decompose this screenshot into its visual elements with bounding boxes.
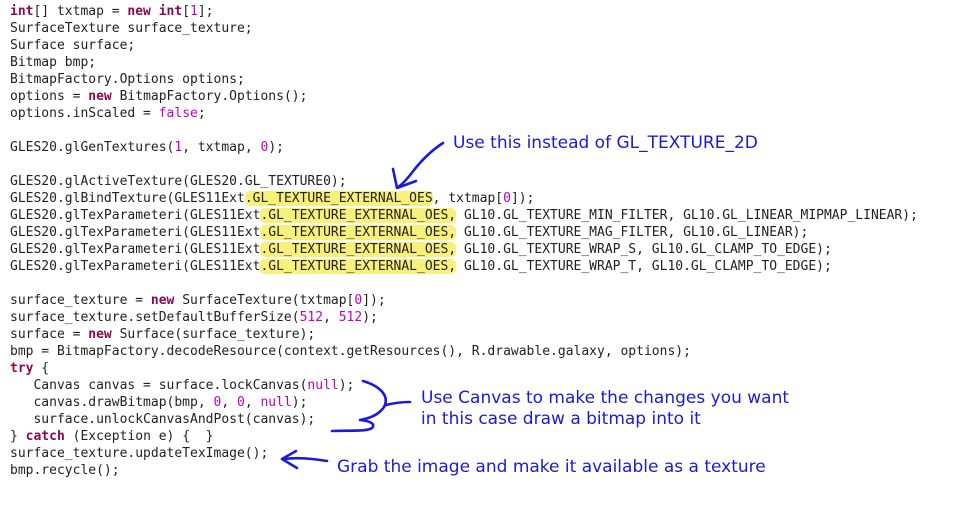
code-token: try (10, 361, 34, 376)
code-line: surface = new Surface(surface_texture); (10, 326, 918, 343)
code-token: options.inScaled = (10, 106, 159, 121)
code-token: GL10.GL_TEXTURE_MAG_FILTER, GL10.GL_LINE… (456, 225, 809, 240)
code-token: , (244, 395, 261, 410)
code-token: 512 (338, 310, 363, 325)
code-token: canvas.drawBitmap(bmp, (10, 395, 214, 410)
code-line: GLES20.glBindTexture(GLES11Ext.GL_TEXTUR… (10, 190, 918, 207)
code-token: int (10, 4, 34, 19)
code-token: GL10.GL_TEXTURE_WRAP_S, GL10.GL_CLAMP_TO… (456, 242, 832, 257)
code-token: options = (10, 89, 89, 104)
code-token: bmp = BitmapFactory.decodeResource(conte… (10, 344, 691, 359)
code-line: SurfaceTexture surface_texture; (10, 20, 918, 37)
code-token: GLES20.glTexParameteri(GLES11Ext (10, 242, 261, 257)
code-token: GLES20.glTexParameteri(GLES11Ext (10, 208, 261, 223)
code-token: SurfaceTexture(txtmap[ (174, 293, 355, 308)
code-token: , (323, 310, 339, 325)
code-line: surface_texture.setDefaultBufferSize(512… (10, 309, 918, 326)
code-token: GLES20.glTexParameteri(GLES11Ext (10, 225, 261, 240)
code-token: ]); (510, 191, 535, 206)
code-token: bmp.recycle(); (10, 463, 120, 478)
code-token: GLES20.glGenTextures( (10, 140, 175, 155)
code-token: ]; (197, 4, 214, 19)
code-token: ; (197, 106, 206, 121)
annotation-canvas-note-line1: Use Canvas to make the changes you want (421, 388, 790, 408)
code-token: surface_texture.setDefaultBufferSize( (10, 310, 300, 325)
code-token: ]); (362, 293, 386, 308)
code-token: SurfaceTexture surface_texture; (10, 21, 253, 36)
code-token: surface.unlockCanvasAndPost(canvas); (10, 412, 316, 427)
code-token: new (150, 293, 175, 308)
code-token: GL10.GL_TEXTURE_WRAP_T, GL10.GL_CLAMP_TO… (456, 259, 832, 274)
code-token: false (158, 106, 198, 121)
code-token: ); (338, 378, 355, 393)
code-token: GLES20.glActiveTexture(GLES20.GL_TEXTURE… (10, 174, 347, 189)
code-line: GLES20.glActiveTexture(GLES20.GL_TEXTURE… (10, 173, 918, 190)
highlighted-token: .GL_TEXTURE_EXTERNAL_OES, (260, 242, 457, 257)
code-line: } catch (Exception e) { } (10, 428, 918, 445)
code-token: surface_texture.updateTexImage(); (10, 446, 269, 461)
highlighted-token: .GL_TEXTURE_EXTERNAL_OES, (260, 259, 457, 274)
code-token: new (127, 4, 151, 19)
code-line: try { (10, 360, 918, 377)
code-token: new (88, 327, 112, 342)
code-token: BitmapFactory.Options(); (111, 89, 308, 104)
annotation-texture-note: Use this instead of GL_TEXTURE_2D (453, 133, 758, 153)
code-token: BitmapFactory.Options options; (10, 72, 245, 87)
code-line: surface_texture = new SurfaceTexture(txt… (10, 292, 918, 309)
code-token: 0 (236, 395, 245, 410)
code-line: GLES20.glTexParameteri(GLES11Ext.GL_TEXT… (10, 258, 918, 275)
code-token: surface = (10, 327, 89, 342)
code-line: bmp = BitmapFactory.decodeResource(conte… (10, 343, 918, 360)
code-token: int (158, 4, 183, 19)
code-token: [] txtmap = (33, 4, 128, 19)
code-token: , txtmap[ (432, 191, 504, 206)
code-line: GLES20.glTexParameteri(GLES11Ext.GL_TEXT… (10, 241, 918, 258)
highlighted-token: .GL_TEXTURE_EXTERNAL_OES (244, 191, 433, 206)
code-token: surface_texture = (10, 293, 151, 308)
code-token: ); (268, 140, 284, 155)
code-line: Bitmap bmp; (10, 54, 918, 71)
code-token: { (33, 361, 50, 376)
code-line: Surface surface; (10, 37, 918, 54)
code-token: ); (362, 310, 378, 325)
code-token: null (307, 378, 339, 393)
code-token: (Exception e) { } (64, 429, 214, 444)
code-token: GL10.GL_TEXTURE_MIN_FILTER, GL10.GL_LINE… (456, 208, 918, 223)
code-line: GLES20.glTexParameteri(GLES11Ext.GL_TEXT… (10, 207, 918, 224)
code-line: int[] txtmap = new int[1]; (10, 3, 918, 20)
highlighted-token: .GL_TEXTURE_EXTERNAL_OES, (260, 225, 457, 240)
code-line: options = new BitmapFactory.Options(); (10, 88, 918, 105)
code-token: 0 (503, 191, 511, 206)
code-token: Surface surface; (10, 38, 136, 53)
code-token: [ (182, 4, 191, 19)
highlighted-token: .GL_TEXTURE_EXTERNAL_OES, (260, 208, 457, 223)
code-token: } (10, 429, 26, 444)
code-line: GLES20.glTexParameteri(GLES11Ext.GL_TEXT… (10, 224, 918, 241)
code-token: , (221, 395, 237, 410)
annotation-canvas-note-line2: in this case draw a bitmap into it (421, 409, 701, 429)
code-token: null (260, 395, 292, 410)
code-token: , txtmap, (182, 140, 261, 155)
annotation-image-note: Grab the image and make it available as … (337, 457, 766, 477)
code-token: GLES20.glBindTexture(GLES11Ext (10, 191, 245, 206)
code-line: BitmapFactory.Options options; (10, 71, 918, 88)
code-token: new (88, 89, 112, 104)
code-token: 1 (190, 4, 198, 19)
code-token: Bitmap bmp; (10, 55, 97, 70)
code-token: Canvas canvas = surface.lockCanvas( (10, 378, 308, 393)
code-token: 512 (299, 310, 324, 325)
code-token: Surface(surface_texture); (111, 327, 316, 342)
code-line: options.inScaled = false; (10, 105, 918, 122)
code-token: catch (25, 429, 65, 444)
code-token: ); (291, 395, 308, 410)
code-token: GLES20.glTexParameteri(GLES11Ext (10, 259, 261, 274)
